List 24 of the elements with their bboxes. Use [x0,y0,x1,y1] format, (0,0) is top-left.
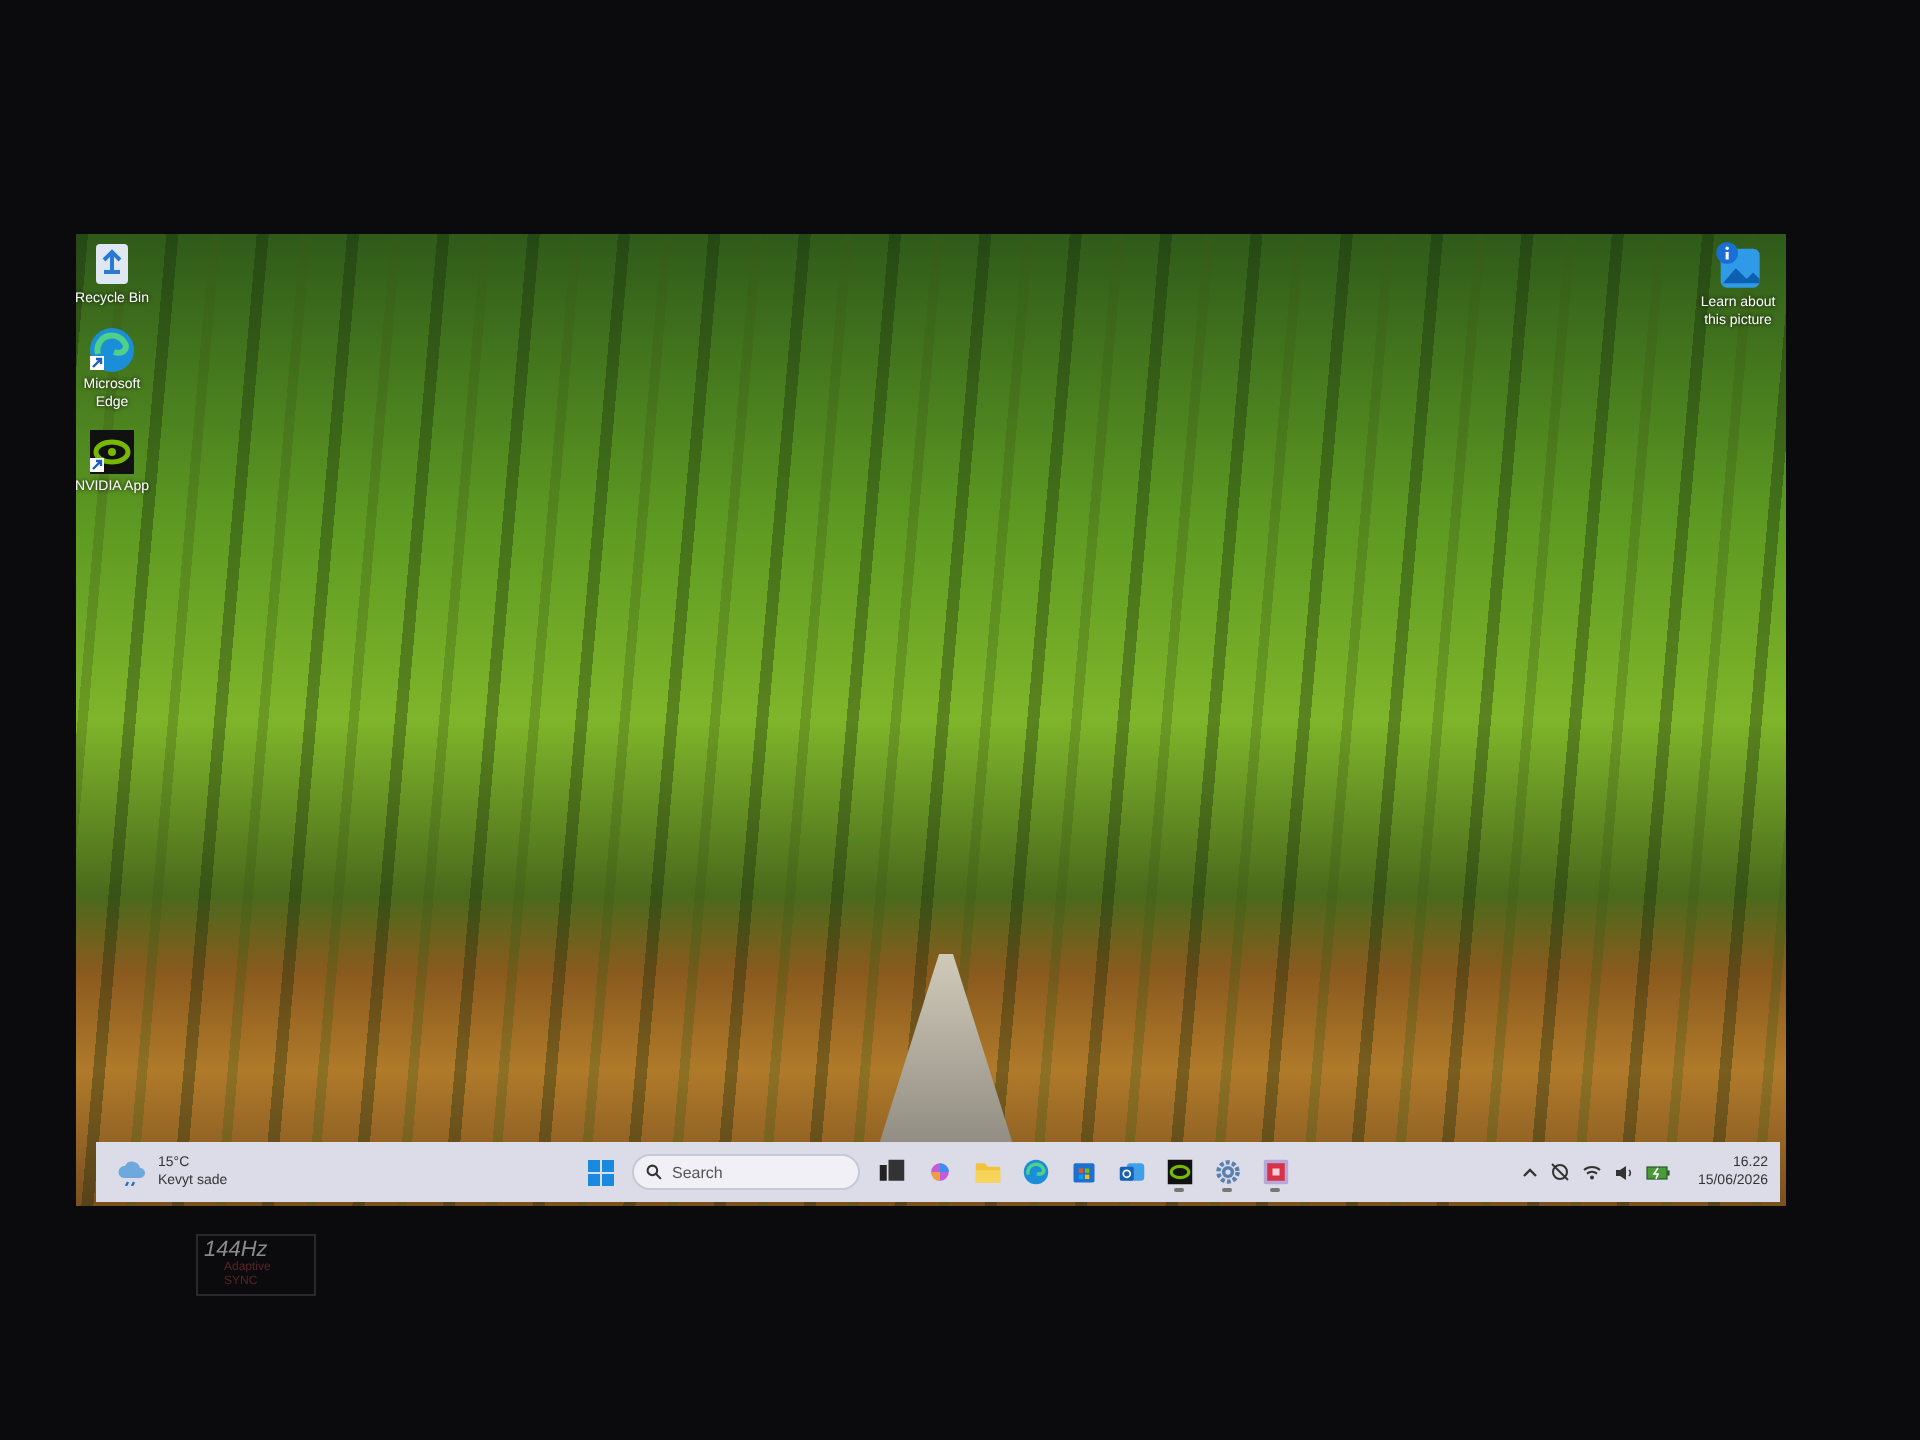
location-off-icon[interactable] [1549,1162,1570,1182]
edge-icon [1021,1158,1049,1186]
running-indicator [1222,1188,1232,1192]
mail-icon [1117,1158,1145,1186]
store-icon [1069,1158,1097,1186]
chevron-up-icon[interactable] [1521,1166,1538,1178]
picture-info-icon [1712,240,1764,292]
windows-icon [588,1159,614,1185]
nvidia-icon [1165,1158,1193,1186]
wifi-icon[interactable] [1581,1164,1602,1180]
task-view-icon [877,1158,905,1186]
nvidia-icon [88,428,136,477]
folder-icon [973,1158,1001,1186]
volume-icon[interactable] [1613,1163,1634,1181]
settings-icon [1213,1158,1241,1186]
battery-charging-icon[interactable] [1645,1164,1670,1180]
search-field[interactable]: Search [632,1154,860,1190]
cloud-rain-icon [116,1158,148,1186]
running-indicator [1270,1188,1280,1192]
app-icon [1261,1158,1289,1186]
copilot-icon [925,1158,953,1186]
running-indicator [1174,1188,1184,1192]
edge-icon [88,325,136,374]
sticker-text: 144Hz [204,1240,268,1262]
